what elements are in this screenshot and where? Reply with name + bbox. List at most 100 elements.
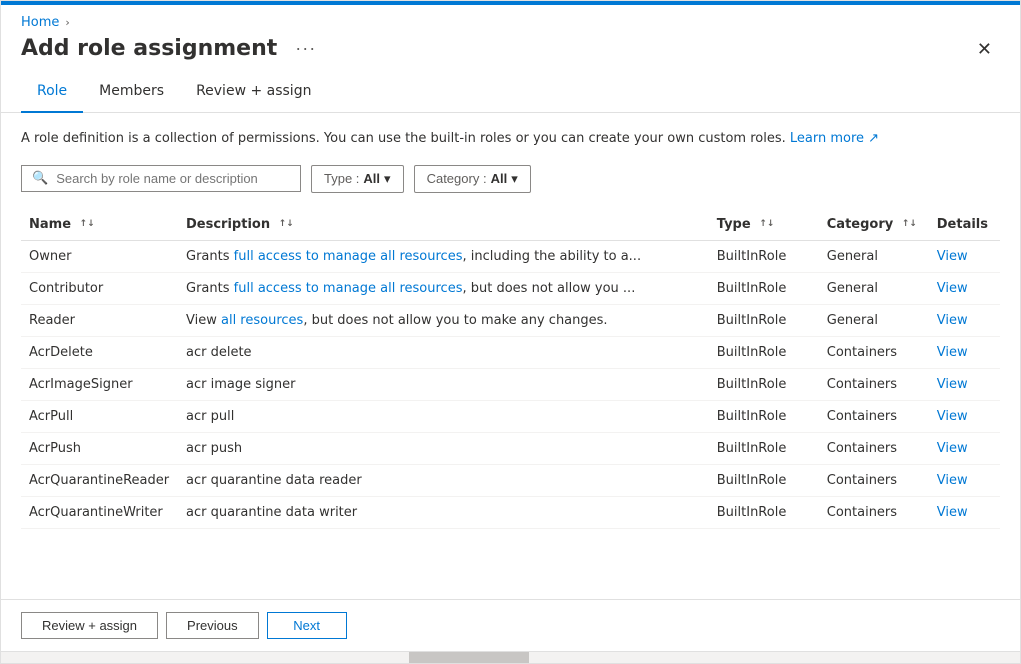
horizontal-scrollbar-thumb[interactable] bbox=[409, 652, 529, 664]
roles-table: Name ↑↓ Description ↑↓ Type ↑↓ Category … bbox=[21, 209, 1000, 529]
cell-type: BuiltInRole bbox=[717, 432, 827, 464]
filter-row: 🔍 Type : All ▾ Category : All ▾ bbox=[21, 165, 1000, 193]
cell-details: View bbox=[937, 400, 1000, 432]
view-details-link[interactable]: View bbox=[937, 441, 968, 456]
cell-name: Reader bbox=[21, 304, 186, 336]
footer-bar: Review + assign Previous Next bbox=[1, 599, 1020, 651]
table-row: AcrQuarantineWriteracr quarantine data w… bbox=[21, 496, 1000, 528]
cell-details: View bbox=[937, 240, 1000, 272]
tabs-row: Role Members Review + assign bbox=[1, 71, 1020, 113]
next-button[interactable]: Next bbox=[267, 612, 347, 639]
review-assign-button[interactable]: Review + assign bbox=[21, 612, 158, 639]
content-area: A role definition is a collection of per… bbox=[1, 113, 1020, 599]
page-title: Add role assignment bbox=[21, 36, 277, 61]
cell-description: View all resources, but does not allow y… bbox=[186, 304, 717, 336]
cell-category: Containers bbox=[827, 432, 937, 464]
cell-type: BuiltInRole bbox=[717, 368, 827, 400]
tab-members[interactable]: Members bbox=[83, 71, 180, 113]
table-row: OwnerGrants full access to manage all re… bbox=[21, 240, 1000, 272]
view-details-link[interactable]: View bbox=[937, 473, 968, 488]
ellipsis-button[interactable]: ··· bbox=[289, 36, 322, 61]
cell-description: acr image signer bbox=[186, 368, 717, 400]
learn-more-link[interactable]: Learn more ↗ bbox=[790, 131, 879, 146]
col-header-details: Details bbox=[937, 209, 1000, 241]
tab-review-assign[interactable]: Review + assign bbox=[180, 71, 327, 113]
previous-button[interactable]: Previous bbox=[166, 612, 259, 639]
table-row: AcrPushacr pushBuiltInRoleContainersView bbox=[21, 432, 1000, 464]
view-details-link[interactable]: View bbox=[937, 505, 968, 520]
cell-name: AcrImageSigner bbox=[21, 368, 186, 400]
cell-description: Grants full access to manage all resourc… bbox=[186, 240, 717, 272]
col-header-description: Description ↑↓ bbox=[186, 209, 717, 241]
cell-type: BuiltInRole bbox=[717, 496, 827, 528]
table-row: AcrDeleteacr deleteBuiltInRoleContainers… bbox=[21, 336, 1000, 368]
roles-table-container: Name ↑↓ Description ↑↓ Type ↑↓ Category … bbox=[21, 209, 1000, 529]
name-sort[interactable]: ↑↓ bbox=[80, 220, 95, 229]
breadcrumb-home[interactable]: Home bbox=[21, 15, 59, 30]
type-sort[interactable]: ↑↓ bbox=[759, 220, 774, 229]
cell-description: Grants full access to manage all resourc… bbox=[186, 272, 717, 304]
desc-sort[interactable]: ↑↓ bbox=[279, 220, 294, 229]
horizontal-scrollbar[interactable] bbox=[1, 651, 1020, 663]
category-sort[interactable]: ↑↓ bbox=[902, 220, 917, 229]
cell-details: View bbox=[937, 304, 1000, 336]
col-header-name: Name ↑↓ bbox=[21, 209, 186, 241]
table-row: AcrImageSigneracr image signerBuiltInRol… bbox=[21, 368, 1000, 400]
description-text: A role definition is a collection of per… bbox=[21, 129, 1000, 149]
cell-details: View bbox=[937, 368, 1000, 400]
view-details-link[interactable]: View bbox=[937, 281, 968, 296]
cell-details: View bbox=[937, 272, 1000, 304]
search-box[interactable]: 🔍 bbox=[21, 165, 301, 192]
cell-description: acr quarantine data writer bbox=[186, 496, 717, 528]
type-filter-chevron: ▾ bbox=[384, 171, 391, 187]
breadcrumb-chevron: › bbox=[65, 16, 69, 29]
table-row: ContributorGrants full access to manage … bbox=[21, 272, 1000, 304]
cell-details: View bbox=[937, 432, 1000, 464]
col-header-category: Category ↑↓ bbox=[827, 209, 937, 241]
cell-details: View bbox=[937, 464, 1000, 496]
category-filter-label: Category : bbox=[427, 171, 487, 186]
view-details-link[interactable]: View bbox=[937, 409, 968, 424]
view-details-link[interactable]: View bbox=[937, 377, 968, 392]
cell-category: General bbox=[827, 272, 937, 304]
search-icon: 🔍 bbox=[32, 171, 48, 186]
search-input[interactable] bbox=[56, 171, 290, 186]
cell-name: AcrPush bbox=[21, 432, 186, 464]
table-header-row: Name ↑↓ Description ↑↓ Type ↑↓ Category … bbox=[21, 209, 1000, 241]
cell-name: AcrDelete bbox=[21, 336, 186, 368]
cell-name: Owner bbox=[21, 240, 186, 272]
cell-description: acr pull bbox=[186, 400, 717, 432]
table-row: AcrPullacr pullBuiltInRoleContainersView bbox=[21, 400, 1000, 432]
cell-description: acr push bbox=[186, 432, 717, 464]
cell-category: Containers bbox=[827, 368, 937, 400]
cell-type: BuiltInRole bbox=[717, 336, 827, 368]
cell-category: Containers bbox=[827, 464, 937, 496]
main-window: Home › Add role assignment ··· ✕ Role Me… bbox=[0, 0, 1021, 664]
cell-name: AcrQuarantineReader bbox=[21, 464, 186, 496]
cell-type: BuiltInRole bbox=[717, 272, 827, 304]
cell-type: BuiltInRole bbox=[717, 464, 827, 496]
cell-category: Containers bbox=[827, 496, 937, 528]
header: Add role assignment ··· ✕ bbox=[1, 30, 1020, 71]
tab-role[interactable]: Role bbox=[21, 71, 83, 113]
col-header-type: Type ↑↓ bbox=[717, 209, 827, 241]
type-filter-button[interactable]: Type : All ▾ bbox=[311, 165, 404, 193]
cell-details: View bbox=[937, 336, 1000, 368]
type-filter-label: Type : bbox=[324, 171, 359, 186]
external-link-icon: ↗ bbox=[868, 131, 879, 146]
cell-name: AcrQuarantineWriter bbox=[21, 496, 186, 528]
view-details-link[interactable]: View bbox=[937, 249, 968, 264]
cell-category: General bbox=[827, 304, 937, 336]
cell-type: BuiltInRole bbox=[717, 240, 827, 272]
cell-description: acr quarantine data reader bbox=[186, 464, 717, 496]
type-filter-value: All bbox=[363, 171, 380, 186]
category-filter-button[interactable]: Category : All ▾ bbox=[414, 165, 531, 193]
close-button[interactable]: ✕ bbox=[969, 38, 1000, 60]
cell-name: Contributor bbox=[21, 272, 186, 304]
table-row: AcrQuarantineReaderacr quarantine data r… bbox=[21, 464, 1000, 496]
cell-type: BuiltInRole bbox=[717, 304, 827, 336]
view-details-link[interactable]: View bbox=[937, 345, 968, 360]
table-row: ReaderView all resources, but does not a… bbox=[21, 304, 1000, 336]
view-details-link[interactable]: View bbox=[937, 313, 968, 328]
cell-type: BuiltInRole bbox=[717, 400, 827, 432]
